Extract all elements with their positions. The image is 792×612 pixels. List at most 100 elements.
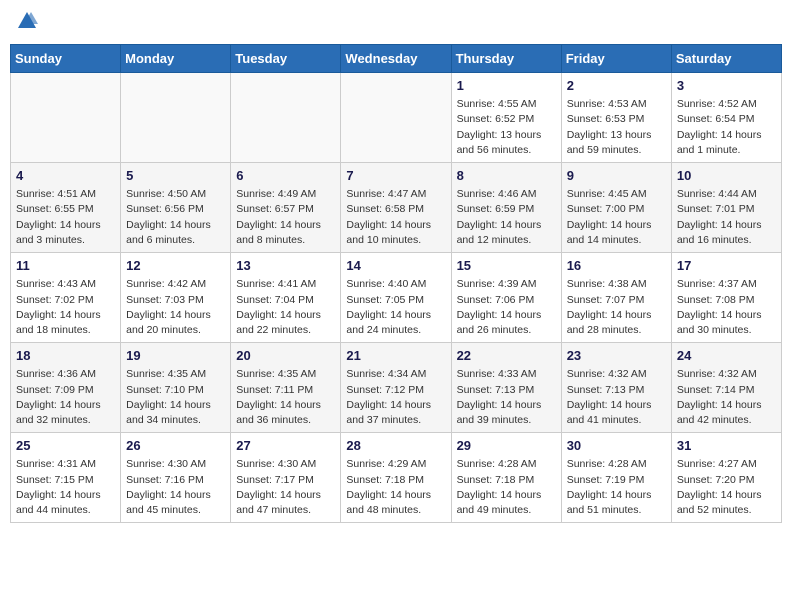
day-of-week-header: Monday [121,45,231,73]
day-info: Sunrise: 4:55 AM Sunset: 6:52 PM Dayligh… [457,97,556,158]
day-number: 12 [126,257,225,275]
day-number: 28 [346,437,445,455]
day-info: Sunrise: 4:32 AM Sunset: 7:14 PM Dayligh… [677,367,776,428]
calendar-cell: 28 Sunrise: 4:29 AM Sunset: 7:18 PM Dayli… [341,433,451,523]
day-number: 29 [457,437,556,455]
day-number: 31 [677,437,776,455]
day-number: 8 [457,167,556,185]
calendar-cell: 8Sunrise: 4:46 AM Sunset: 6:59 PM Daylig… [451,163,561,253]
day-info: Sunrise: 4:50 AM Sunset: 6:56 PM Dayligh… [126,187,225,248]
day-number: 10 [677,167,776,185]
calendar-cell: 23 Sunrise: 4:32 AM Sunset: 7:13 PM Dayli… [561,343,671,433]
calendar-cell: 11 Sunrise: 4:43 AM Sunset: 7:02 PM Dayli… [11,253,121,343]
calendar-week-row: 18 Sunrise: 4:36 AM Sunset: 7:09 PM Dayli… [11,343,782,433]
header-row: SundayMondayTuesdayWednesdayThursdayFrid… [11,45,782,73]
calendar-week-row: 4 Sunrise: 4:51 AM Sunset: 6:55 PM Daylig… [11,163,782,253]
day-number: 7 [346,167,445,185]
calendar-cell: 12 Sunrise: 4:42 AM Sunset: 7:03 PM Dayli… [121,253,231,343]
day-number: 16 [567,257,666,275]
day-info: Sunrise: 4:30 AM Sunset: 7:17 PM Dayligh… [236,457,335,518]
calendar-body: 1 Sunrise: 4:55 AM Sunset: 6:52 PM Daylig… [11,73,782,523]
day-of-week-header: Saturday [671,45,781,73]
day-info: Sunrise: 4:45 AM Sunset: 7:00 PM Dayligh… [567,187,666,248]
day-number: 17 [677,257,776,275]
logo-text [14,10,38,36]
calendar-cell: 27 Sunrise: 4:30 AM Sunset: 7:17 PM Dayli… [231,433,341,523]
calendar-cell: 21 Sunrise: 4:34 AM Sunset: 7:12 PM Dayli… [341,343,451,433]
day-info: Sunrise: 4:35 AM Sunset: 7:10 PM Dayligh… [126,367,225,428]
day-of-week-header: Friday [561,45,671,73]
day-info: Sunrise: 4:41 AM Sunset: 7:04 PM Dayligh… [236,277,335,338]
day-number: 25 [16,437,115,455]
calendar-cell: 3Sunrise: 4:52 AM Sunset: 6:54 PM Daylig… [671,73,781,163]
calendar-cell: 24 Sunrise: 4:32 AM Sunset: 7:14 PM Dayli… [671,343,781,433]
calendar-week-row: 25Sunrise: 4:31 AM Sunset: 7:15 PM Dayli… [11,433,782,523]
day-of-week-header: Sunday [11,45,121,73]
calendar-cell: 25Sunrise: 4:31 AM Sunset: 7:15 PM Dayli… [11,433,121,523]
day-number: 13 [236,257,335,275]
day-number: 27 [236,437,335,455]
logo-icon [16,10,38,36]
calendar-cell: 26 Sunrise: 4:30 AM Sunset: 7:16 PM Dayli… [121,433,231,523]
day-number: 5 [126,167,225,185]
day-info: Sunrise: 4:47 AM Sunset: 6:58 PM Dayligh… [346,187,445,248]
day-of-week-header: Tuesday [231,45,341,73]
day-number: 15 [457,257,556,275]
day-number: 20 [236,347,335,365]
day-number: 4 [16,167,115,185]
day-info: Sunrise: 4:37 AM Sunset: 7:08 PM Dayligh… [677,277,776,338]
day-info: Sunrise: 4:44 AM Sunset: 7:01 PM Dayligh… [677,187,776,248]
calendar-cell: 9 Sunrise: 4:45 AM Sunset: 7:00 PM Daylig… [561,163,671,253]
calendar-cell: 18 Sunrise: 4:36 AM Sunset: 7:09 PM Dayli… [11,343,121,433]
day-info: Sunrise: 4:39 AM Sunset: 7:06 PM Dayligh… [457,277,556,338]
day-info: Sunrise: 4:53 AM Sunset: 6:53 PM Dayligh… [567,97,666,158]
day-info: Sunrise: 4:34 AM Sunset: 7:12 PM Dayligh… [346,367,445,428]
calendar-cell: 2 Sunrise: 4:53 AM Sunset: 6:53 PM Daylig… [561,73,671,163]
day-number: 18 [16,347,115,365]
calendar-cell: 13 Sunrise: 4:41 AM Sunset: 7:04 PM Dayli… [231,253,341,343]
calendar-cell [11,73,121,163]
calendar-table: SundayMondayTuesdayWednesdayThursdayFrid… [10,44,782,523]
day-number: 26 [126,437,225,455]
day-number: 30 [567,437,666,455]
day-info: Sunrise: 4:52 AM Sunset: 6:54 PM Dayligh… [677,97,776,158]
calendar-header: SundayMondayTuesdayWednesdayThursdayFrid… [11,45,782,73]
day-info: Sunrise: 4:36 AM Sunset: 7:09 PM Dayligh… [16,367,115,428]
day-info: Sunrise: 4:33 AM Sunset: 7:13 PM Dayligh… [457,367,556,428]
day-number: 11 [16,257,115,275]
day-of-week-header: Thursday [451,45,561,73]
day-number: 23 [567,347,666,365]
calendar-cell [341,73,451,163]
calendar-cell: 1 Sunrise: 4:55 AM Sunset: 6:52 PM Daylig… [451,73,561,163]
day-number: 9 [567,167,666,185]
calendar-cell [231,73,341,163]
day-info: Sunrise: 4:30 AM Sunset: 7:16 PM Dayligh… [126,457,225,518]
calendar-cell: 10 Sunrise: 4:44 AM Sunset: 7:01 PM Dayli… [671,163,781,253]
calendar-cell [121,73,231,163]
day-info: Sunrise: 4:43 AM Sunset: 7:02 PM Dayligh… [16,277,115,338]
day-info: Sunrise: 4:51 AM Sunset: 6:55 PM Dayligh… [16,187,115,248]
day-info: Sunrise: 4:27 AM Sunset: 7:20 PM Dayligh… [677,457,776,518]
logo [14,10,38,36]
day-info: Sunrise: 4:29 AM Sunset: 7:18 PM Dayligh… [346,457,445,518]
day-number: 1 [457,77,556,95]
calendar-cell: 31 Sunrise: 4:27 AM Sunset: 7:20 PM Dayli… [671,433,781,523]
calendar-cell: 20 Sunrise: 4:35 AM Sunset: 7:11 PM Dayli… [231,343,341,433]
page-header [10,10,782,36]
calendar-week-row: 11 Sunrise: 4:43 AM Sunset: 7:02 PM Dayli… [11,253,782,343]
calendar-cell: 4 Sunrise: 4:51 AM Sunset: 6:55 PM Daylig… [11,163,121,253]
day-number: 14 [346,257,445,275]
day-info: Sunrise: 4:49 AM Sunset: 6:57 PM Dayligh… [236,187,335,248]
day-info: Sunrise: 4:42 AM Sunset: 7:03 PM Dayligh… [126,277,225,338]
day-info: Sunrise: 4:35 AM Sunset: 7:11 PM Dayligh… [236,367,335,428]
calendar-cell: 22Sunrise: 4:33 AM Sunset: 7:13 PM Dayli… [451,343,561,433]
calendar-cell: 15 Sunrise: 4:39 AM Sunset: 7:06 PM Dayli… [451,253,561,343]
calendar-cell: 6Sunrise: 4:49 AM Sunset: 6:57 PM Daylig… [231,163,341,253]
day-info: Sunrise: 4:32 AM Sunset: 7:13 PM Dayligh… [567,367,666,428]
day-info: Sunrise: 4:28 AM Sunset: 7:19 PM Dayligh… [567,457,666,518]
day-number: 24 [677,347,776,365]
day-of-week-header: Wednesday [341,45,451,73]
day-info: Sunrise: 4:28 AM Sunset: 7:18 PM Dayligh… [457,457,556,518]
day-number: 21 [346,347,445,365]
day-number: 2 [567,77,666,95]
